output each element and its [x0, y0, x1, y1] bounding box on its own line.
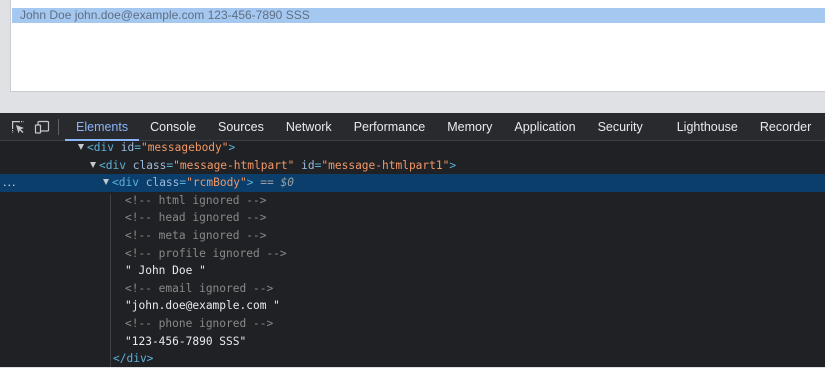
- expand-triangle-icon[interactable]: [103, 179, 109, 186]
- dom-node-htmlpart[interactable]: <div class="message-htmlpart" id="messag…: [0, 157, 825, 175]
- devtools-panel: Elements Console Sources Network Perform…: [0, 113, 825, 367]
- tab-elements[interactable]: Elements: [65, 113, 140, 141]
- more-options-icon[interactable]: ...: [3, 174, 17, 192]
- tab-lighthouse[interactable]: Lighthouse: [666, 113, 749, 140]
- tab-console[interactable]: Console: [139, 113, 207, 140]
- tab-application[interactable]: Application: [503, 113, 586, 140]
- tab-memory[interactable]: Memory: [436, 113, 503, 140]
- tab-security[interactable]: Security: [587, 113, 654, 140]
- dom-comment-profile[interactable]: <!-- profile ignored -->: [0, 245, 825, 263]
- dom-tree: <div id="messagebody"> <div class="messa…: [0, 141, 825, 367]
- dom-node-rcmbody[interactable]: ... <div class="rcmBody"> == $0: [0, 174, 825, 192]
- tooltip-notch: [14, 0, 28, 7]
- dom-text-email[interactable]: "john.doe@example.com ": [0, 297, 825, 315]
- tab-recorder[interactable]: Recorder: [749, 113, 822, 140]
- tab-performance[interactable]: Performance: [343, 113, 437, 140]
- tab-network[interactable]: Network: [275, 113, 343, 140]
- dom-comment-phone[interactable]: <!-- phone ignored -->: [0, 315, 825, 333]
- expand-triangle-icon[interactable]: [78, 144, 84, 150]
- inspect-element-icon[interactable]: [6, 113, 30, 140]
- dom-text-phone[interactable]: "123-456-7890 SSS": [0, 333, 825, 351]
- dom-comment-head[interactable]: <!-- head ignored -->: [0, 209, 825, 227]
- tab-sources[interactable]: Sources: [207, 113, 275, 140]
- toolbar-divider: [58, 118, 59, 135]
- dom-node-messagebody[interactable]: <div id="messagebody">: [0, 139, 825, 157]
- selected-message-text[interactable]: John Doe john.doe@example.com 123-456-78…: [12, 8, 825, 23]
- dom-comment-meta[interactable]: <!-- meta ignored -->: [0, 227, 825, 245]
- dom-close-tag[interactable]: </div>: [0, 350, 825, 368]
- dom-text-name[interactable]: " John Doe ": [0, 262, 825, 280]
- device-toolbar-icon[interactable]: [30, 113, 54, 140]
- devtools-tabbar: Elements Console Sources Network Perform…: [0, 113, 825, 141]
- dom-comment-html[interactable]: <!-- html ignored -->: [0, 192, 825, 210]
- expand-triangle-icon[interactable]: [90, 161, 96, 168]
- page-preview: John Doe john.doe@example.com 123-456-78…: [0, 0, 825, 113]
- dom-comment-email[interactable]: <!-- email ignored -->: [0, 280, 825, 298]
